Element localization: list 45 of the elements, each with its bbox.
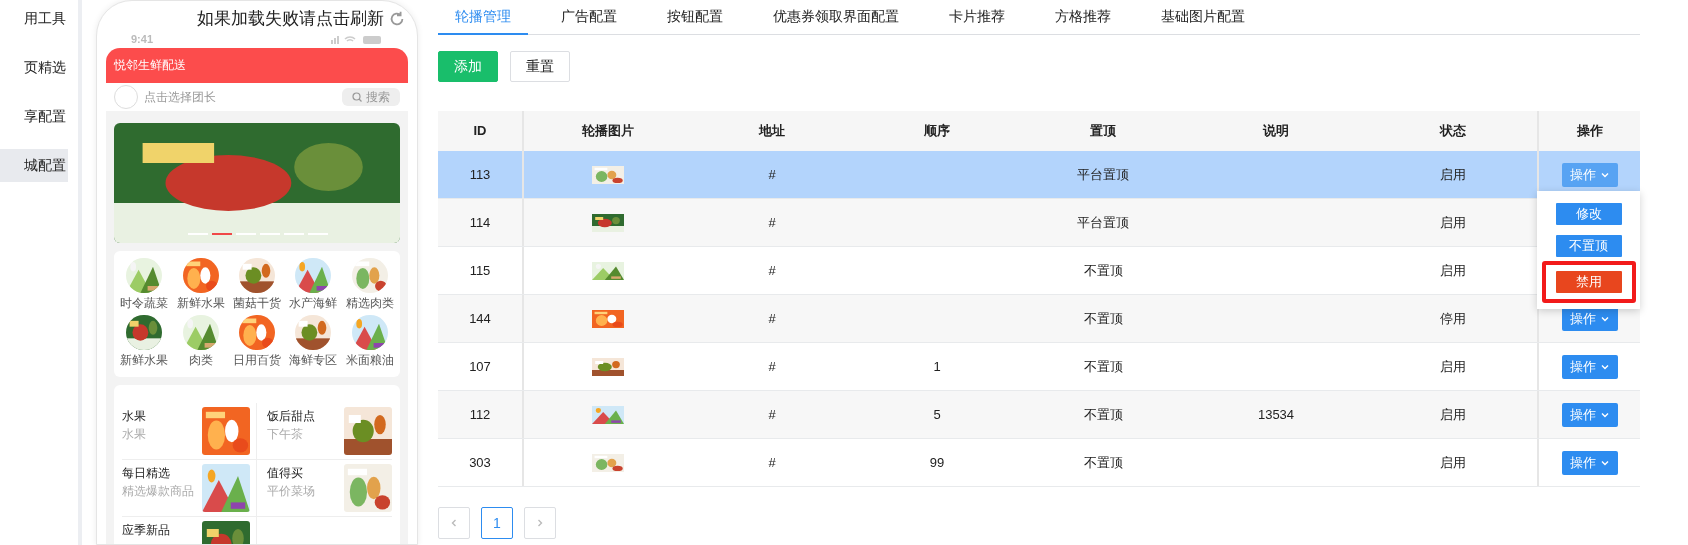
table-cell-text: 平台置顶 (1077, 213, 1129, 232)
card-subtitle: 精选爆款商品 (122, 482, 194, 500)
table-cell-text: # (768, 405, 776, 424)
table-cell-text: 停用 (1439, 309, 1466, 328)
column-header: 说明 (1261, 122, 1290, 141)
table-cell-text: 启用 (1439, 165, 1466, 184)
table-cell-text: 平台置顶 (1077, 165, 1129, 184)
table-cell-text: 启用 (1439, 453, 1466, 472)
table-cell-text: 启用 (1439, 261, 1466, 280)
card-subtitle: 水果 (122, 425, 146, 443)
table-cell-text: # (768, 261, 776, 280)
table-cell-text: 不置顶 (1083, 261, 1123, 280)
status-time: 9:41 (131, 32, 154, 48)
table-cell-text: # (768, 309, 776, 328)
table-cell-text: 1 (933, 357, 941, 376)
table-cell-text: 115 (469, 261, 491, 280)
table-cell-text: 114 (469, 213, 491, 232)
table-cell-text: 303 (469, 453, 491, 472)
table-cell-text: 13534 (1257, 405, 1295, 424)
card-subtitle: 平价菜场 (267, 482, 315, 500)
table-cell-text: 启用 (1439, 213, 1466, 232)
table-cell-text: 不置顶 (1083, 405, 1123, 424)
column-header: 置顶 (1089, 122, 1117, 141)
table-cell-text: 113 (469, 165, 491, 184)
table-cell-text: 144 (469, 309, 491, 328)
table-cell-text: # (768, 165, 776, 184)
card-subtitle: 下午茶 (267, 425, 304, 443)
table-cell-text: 不置顶 (1083, 357, 1123, 376)
table-cell-text: 5 (933, 405, 941, 424)
table-cell-text: # (768, 453, 776, 472)
column-header: 轮播图片 (581, 122, 635, 141)
reload-notice: 如果加载失败请点击刷新 (197, 8, 384, 30)
column-header: 顺序 (923, 122, 951, 141)
table-cell-text: 99 (929, 453, 945, 472)
table-cell-text: 启用 (1439, 405, 1466, 424)
table-cell-text: 启用 (1439, 357, 1466, 376)
table-cell-text: 112 (469, 405, 491, 424)
table-cell-text: 不置顶 (1083, 309, 1123, 328)
column-header: 地址 (757, 122, 786, 141)
table-cell-text: # (768, 357, 776, 376)
table-cell-text: # (768, 213, 776, 232)
column-header: 状态 (1438, 122, 1467, 141)
app-title: 悦邻生鲜配送 (114, 57, 186, 74)
table-cell-text: 107 (469, 357, 491, 376)
table-cell-text: 不置顶 (1083, 453, 1123, 472)
